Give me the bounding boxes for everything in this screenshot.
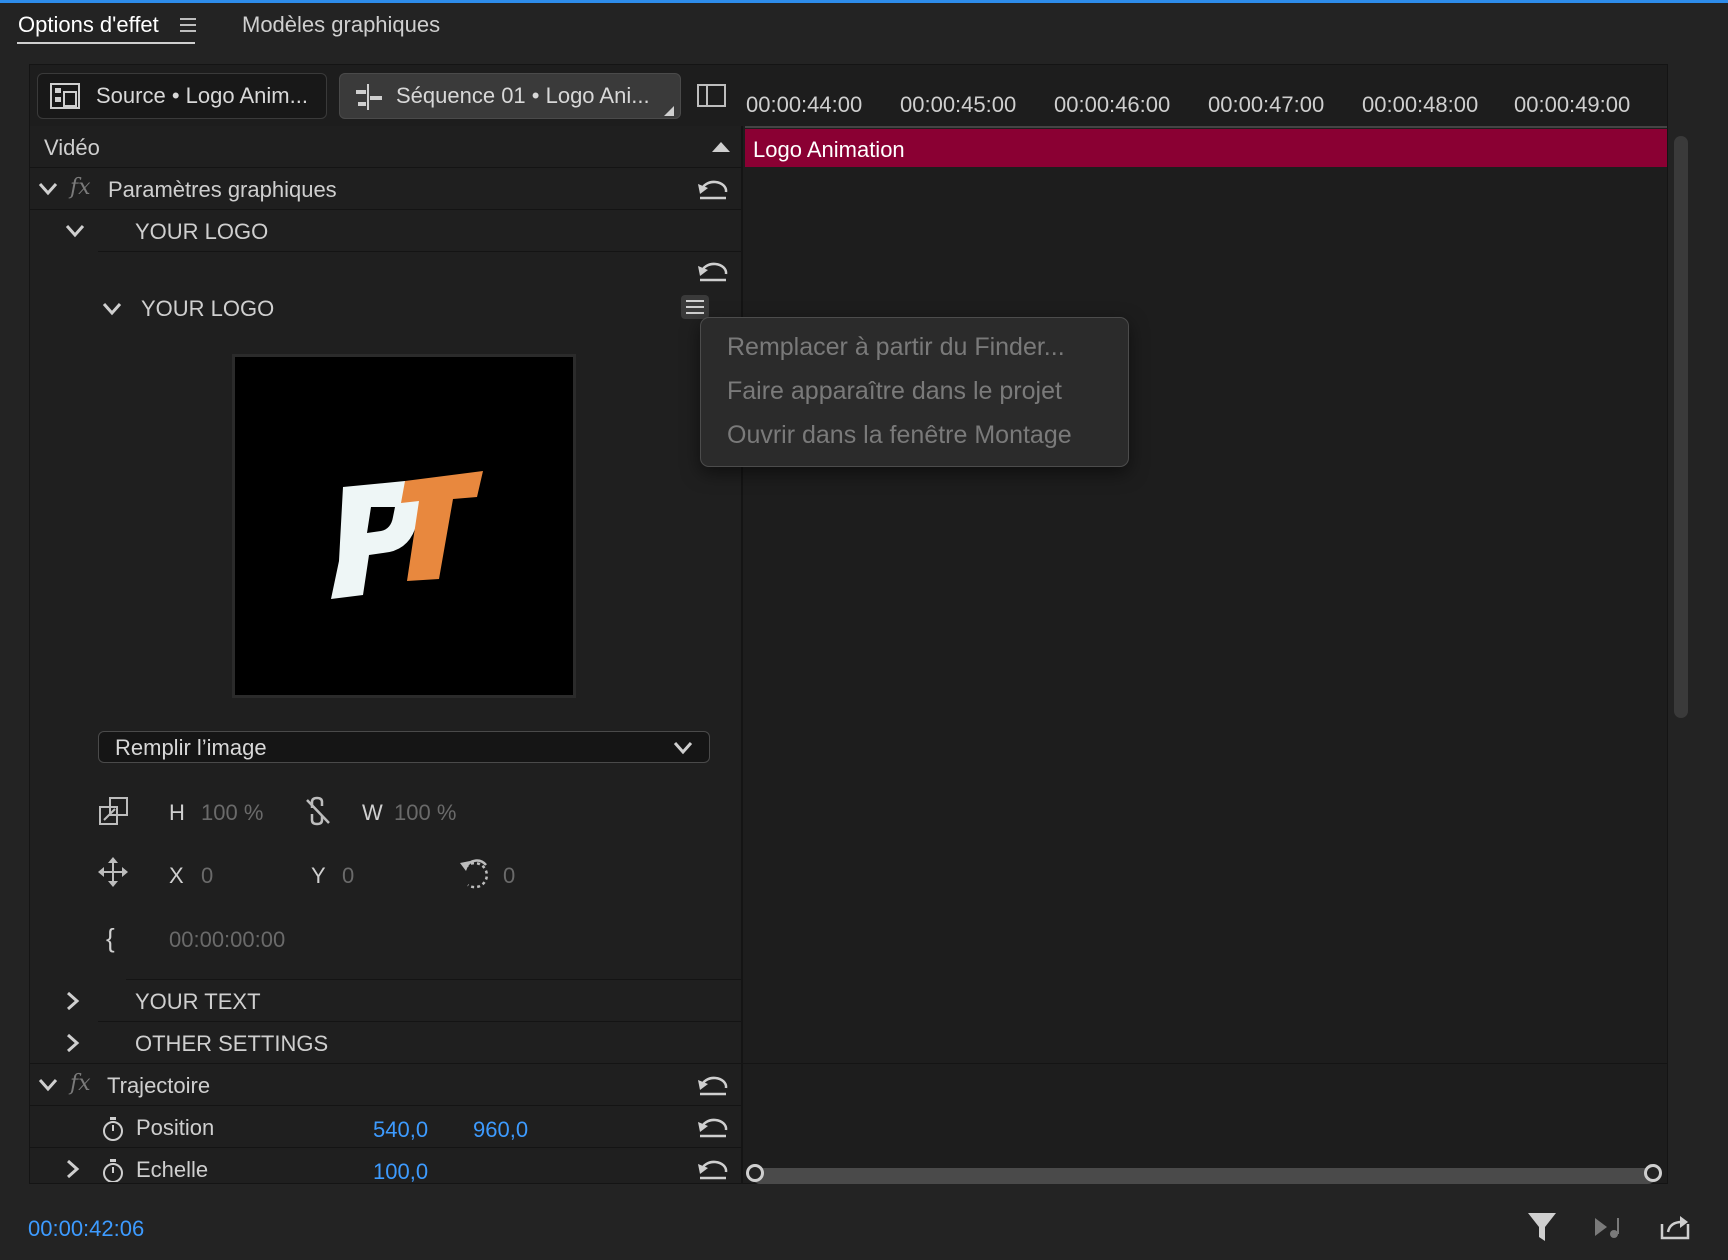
chevron-down-icon[interactable] — [65, 224, 85, 238]
fx-icon: fx — [70, 1071, 91, 1096]
pt-logo-image — [331, 471, 483, 599]
logo-thumbnail[interactable] — [232, 354, 576, 698]
timeline-clip-label: Logo Animation — [753, 137, 905, 162]
sequence-icon — [356, 84, 382, 110]
menu-item-reveal-in-project[interactable]: Faire apparaître dans le projet — [727, 377, 1062, 406]
graphics-params-label: Paramètres graphiques — [108, 177, 337, 202]
brace-icon: { — [106, 923, 115, 953]
width-label: W — [362, 800, 383, 825]
width-value[interactable]: 100 % — [394, 800, 456, 826]
zoom-handle-left[interactable] — [746, 1164, 764, 1182]
source-clip-button[interactable]: Source • Logo Anim... — [37, 73, 327, 119]
reset-icon[interactable] — [696, 1158, 730, 1182]
reset-icon[interactable] — [696, 1074, 730, 1098]
menu-item-label: Faire apparaître dans le projet — [727, 377, 1062, 405]
fill-mode-dropdown[interactable]: Remplir l’image — [98, 731, 710, 763]
timeline-zoom-scrollbar[interactable] — [752, 1168, 1656, 1184]
stopwatch-icon[interactable] — [101, 1116, 125, 1142]
tab-graphic-templates-label: Modèles graphiques — [242, 12, 441, 37]
tab-graphic-templates[interactable]: Modèles graphiques — [242, 12, 440, 38]
fx-icon: fx — [70, 175, 91, 200]
ruler-tick-label: 00:00:44:00 — [746, 92, 863, 117]
your-logo-group-label: YOUR LOGO — [135, 219, 269, 244]
video-section-header: Vidéo — [30, 126, 743, 168]
tab-effect-options-label: Options d'effet — [18, 12, 159, 37]
graphics-params-row[interactable]: fx Paramètres graphiques — [30, 168, 743, 210]
position-row: Position 540,0 960,0 — [30, 1106, 743, 1148]
reset-icon[interactable] — [696, 178, 730, 202]
other-settings-group-label: OTHER SETTINGS — [135, 1031, 329, 1056]
play-audio-icon[interactable] — [1594, 1214, 1626, 1240]
motion-label: Trajectoire — [107, 1073, 211, 1098]
your-logo-subgroup-label: YOUR LOGO — [141, 296, 275, 321]
your-text-group-label: YOUR TEXT — [135, 989, 261, 1014]
ruler-tick-label: 00:00:48:00 — [1362, 92, 1479, 117]
video-section-label: Vidéo — [44, 135, 100, 160]
move-icon — [98, 857, 128, 887]
stopwatch-icon[interactable] — [101, 1158, 125, 1182]
chevron-right-icon[interactable] — [66, 1159, 80, 1179]
divider — [98, 251, 743, 252]
menu-item-open-in-timeline[interactable]: Ouvrir dans la fenêtre Montage — [727, 421, 1072, 450]
your-logo-group-row[interactable]: YOUR LOGO — [30, 210, 743, 252]
height-value[interactable]: 100 % — [201, 800, 263, 826]
chevron-down-icon[interactable] — [38, 182, 58, 196]
rotation-value[interactable]: 0 — [503, 863, 515, 889]
reset-icon[interactable] — [696, 260, 730, 284]
current-timecode[interactable]: 00:00:42:06 — [28, 1216, 144, 1242]
chevron-down-icon[interactable] — [102, 302, 122, 316]
x-value[interactable]: 0 — [201, 863, 213, 889]
menu-button[interactable] — [681, 295, 709, 319]
timeline-clip[interactable]: Logo Animation — [745, 129, 1667, 167]
filter-icon[interactable] — [1527, 1211, 1557, 1243]
ruler-tick-label: 00:00:49:00 — [1514, 92, 1631, 117]
scale-icon — [99, 797, 128, 825]
unlink-icon[interactable] — [305, 796, 331, 826]
y-value[interactable]: 0 — [342, 863, 354, 889]
corner-dropdown-icon — [664, 106, 674, 116]
chevron-right-icon[interactable] — [66, 1033, 80, 1053]
chevron-down-icon — [673, 742, 693, 755]
toggle-timeline-icon[interactable] — [697, 84, 727, 108]
timeline-ruler-baseline — [745, 126, 1667, 128]
top-accent-line — [0, 0, 1728, 3]
ruler-tick-label: 00:00:47:00 — [1208, 92, 1325, 117]
panel-menu-icon[interactable] — [180, 17, 198, 33]
sequence-clip-button[interactable]: Séquence 01 • Logo Ani... — [339, 73, 681, 119]
scale-row: Echelle 100,0 — [30, 1148, 743, 1182]
export-icon[interactable] — [1660, 1214, 1690, 1240]
time-value[interactable]: 00:00:00:00 — [169, 927, 285, 953]
x-label: X — [169, 863, 184, 888]
context-menu: Remplacer à partir du Finder... Faire ap… — [700, 317, 1129, 467]
menu-item-replace-from-finder[interactable]: Remplacer à partir du Finder... — [727, 333, 1065, 362]
chevron-right-icon[interactable] — [66, 991, 80, 1011]
position-label: Position — [136, 1115, 215, 1140]
height-label: H — [169, 800, 185, 825]
reset-icon[interactable] — [696, 1116, 730, 1140]
fill-mode-value: Remplir l’image — [115, 735, 267, 760]
tab-effect-options[interactable]: Options d'effet — [18, 12, 159, 38]
sequence-clip-label: Séquence 01 • Logo Ani... — [396, 83, 650, 108]
motion-row[interactable]: fx Trajectoire — [30, 1064, 743, 1106]
your-text-group-row[interactable]: YOUR TEXT — [30, 980, 743, 1022]
film-strip-icon — [50, 83, 80, 109]
y-label: Y — [311, 863, 326, 888]
hamburger-icon — [686, 300, 704, 314]
active-tab-underline — [17, 42, 195, 44]
ruler-tick-label: 00:00:45:00 — [900, 92, 1017, 117]
timeline-vertical-scrollbar[interactable] — [1674, 136, 1688, 718]
scale-label: Echelle — [136, 1157, 209, 1182]
position-x-value[interactable]: 540,0 — [373, 1117, 428, 1143]
ruler-tick-label: 00:00:46:00 — [1054, 92, 1171, 117]
menu-item-label: Remplacer à partir du Finder... — [727, 333, 1065, 361]
source-clip-label: Source • Logo Anim... — [96, 83, 308, 108]
position-y-value[interactable]: 960,0 — [473, 1117, 528, 1143]
collapse-up-icon[interactable] — [712, 141, 730, 153]
rotate-icon — [460, 859, 489, 889]
chevron-down-icon[interactable] — [38, 1078, 58, 1092]
menu-item-label: Ouvrir dans la fenêtre Montage — [727, 421, 1072, 449]
other-settings-group-row[interactable]: OTHER SETTINGS — [30, 1022, 743, 1064]
zoom-handle-right[interactable] — [1644, 1164, 1662, 1182]
scale-value[interactable]: 100,0 — [373, 1159, 428, 1182]
